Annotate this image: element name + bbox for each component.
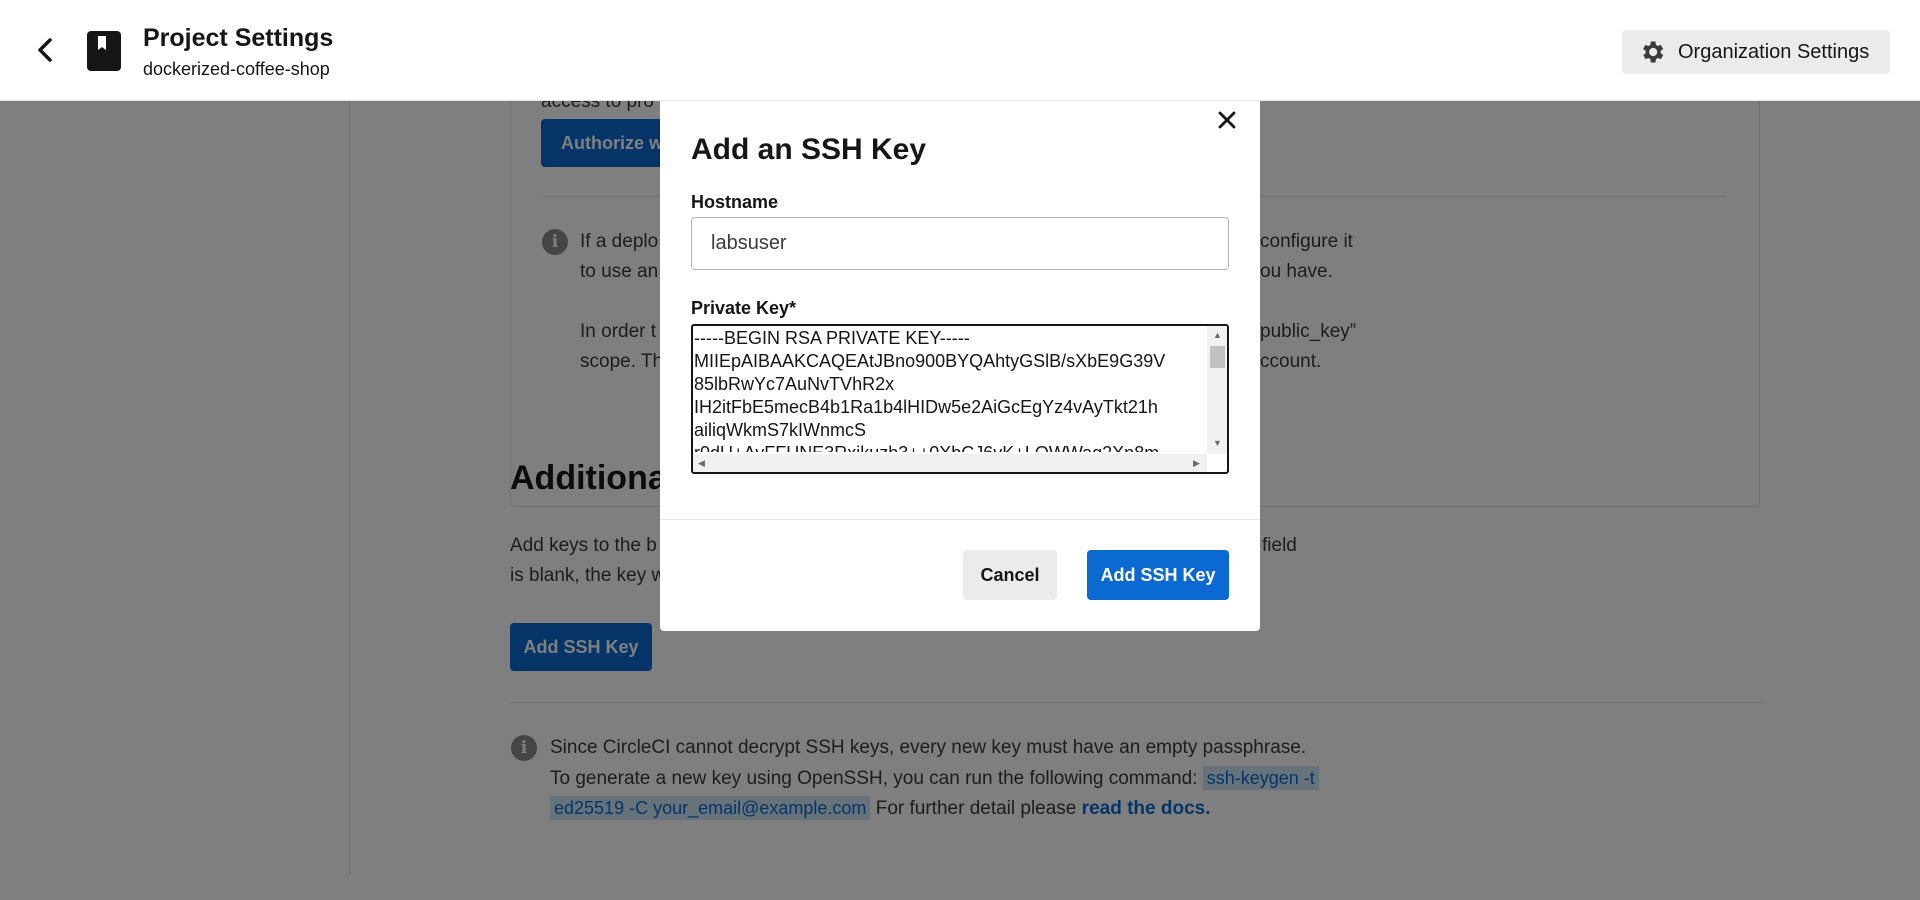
add-ssh-key-dialog: Add an SSH Key Hostname Private Key* ---… [660,101,1260,631]
page-title: Project Settings [143,24,334,52]
cancel-button[interactable]: Cancel [963,550,1057,600]
close-icon[interactable] [1210,103,1244,137]
horizontal-scrollbar[interactable]: ◀ ▶ [693,454,1207,472]
back-icon[interactable] [30,32,62,68]
hostname-label: Hostname [691,192,779,212]
dialog-divider [660,519,1260,520]
scrollbar-thumb[interactable] [1210,346,1225,368]
add-ssh-key-submit-button[interactable]: Add SSH Key [1087,550,1229,600]
private-key-textarea[interactable]: -----BEGIN RSA PRIVATE KEY----- MIIEpAIB… [691,324,1229,474]
private-key-label: Private Key* [691,298,797,318]
project-name: dockerized-coffee-shop [143,59,330,79]
project-icon [86,30,122,72]
dialog-title: Add an SSH Key [691,133,927,166]
organization-settings-button[interactable]: Organization Settings [1622,30,1890,74]
hostname-field[interactable] [691,217,1229,270]
gear-icon [1643,41,1664,63]
vertical-scrollbar[interactable]: ▲ ▼ [1207,326,1227,454]
organization-settings-label: Organization Settings [1678,40,1870,63]
top-header: Project Settings dockerized-coffee-shop … [0,0,1920,101]
private-key-text[interactable]: -----BEGIN RSA PRIVATE KEY----- MIIEpAIB… [694,327,1204,452]
